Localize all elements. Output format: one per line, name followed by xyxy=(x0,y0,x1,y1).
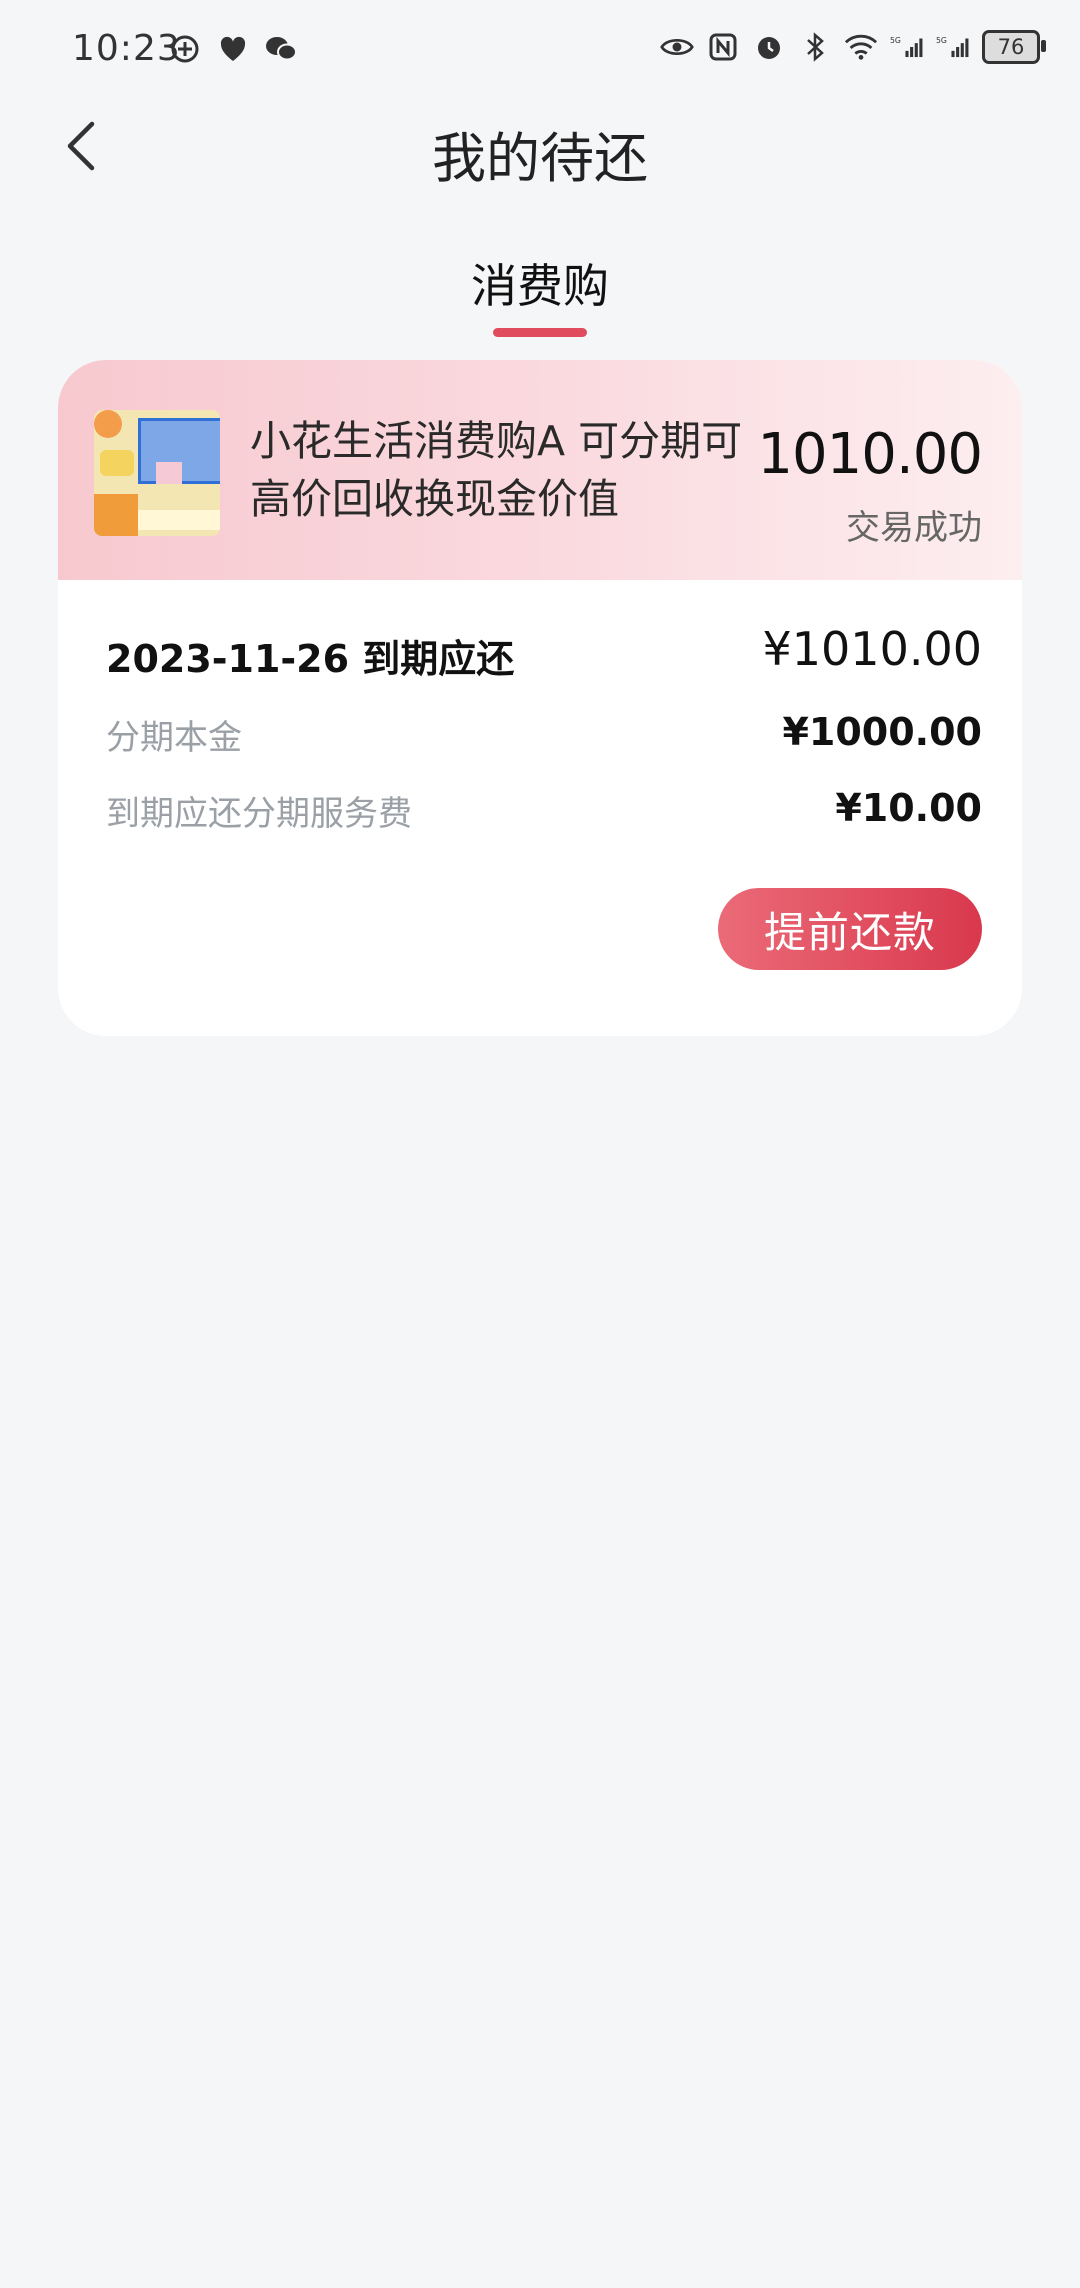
battery-level: 76 xyxy=(997,35,1025,59)
header: 我的待还 xyxy=(0,100,1080,200)
status-bar: 10:23 5G 5G 76 xyxy=(0,0,1080,100)
due-amount: ¥1010.00 xyxy=(762,622,983,676)
signal-icon: 5G xyxy=(936,30,970,64)
eye-icon xyxy=(660,30,694,64)
principal-value: ¥1000.00 xyxy=(782,710,982,754)
signal-icon: 5G xyxy=(890,30,924,64)
wechat-icon xyxy=(264,32,298,66)
order-card[interactable]: 小花生活消费购A 可分期可高价回收换现金价值 1010.00 交易成功 2023… xyxy=(58,360,1022,1036)
status-time: 10:23 xyxy=(72,28,181,69)
page-title: 我的待还 xyxy=(432,127,648,190)
game-controller-icon xyxy=(168,32,202,66)
product-thumbnail xyxy=(94,410,220,536)
due-date-label: 2023-11-26 到期应还 xyxy=(106,637,515,681)
status-right-icons: 5G 5G 76 xyxy=(660,30,1046,64)
service-fee-label: 到期应还分期服务费 xyxy=(106,794,412,834)
service-fee-value: ¥10.00 xyxy=(835,786,982,830)
principal-label: 分期本金 xyxy=(106,718,242,758)
heart-shield-icon xyxy=(216,32,250,66)
tab-label: 消费购 xyxy=(471,259,609,313)
battery-icon: 76 xyxy=(982,30,1046,64)
nfc-icon xyxy=(706,30,740,64)
order-amount: 1010.00 xyxy=(757,422,983,487)
product-title: 小花生活消费购A 可分期可高价回收换现金价值 xyxy=(250,417,743,523)
tab-consumption[interactable]: 消费购 xyxy=(440,250,640,337)
early-repay-button[interactable]: 提前还款 xyxy=(718,888,982,970)
tab-active-indicator xyxy=(493,328,587,337)
svg-text:5G: 5G xyxy=(890,36,901,45)
status-left-icons xyxy=(168,32,298,66)
order-card-header: 小花生活消费购A 可分期可高价回收换现金价值 1010.00 交易成功 xyxy=(58,360,1022,580)
alarm-icon xyxy=(752,30,786,64)
trade-status: 交易成功 xyxy=(846,508,982,548)
wifi-icon xyxy=(844,30,878,64)
svg-text:5G: 5G xyxy=(936,36,947,45)
bluetooth-icon xyxy=(798,30,832,64)
